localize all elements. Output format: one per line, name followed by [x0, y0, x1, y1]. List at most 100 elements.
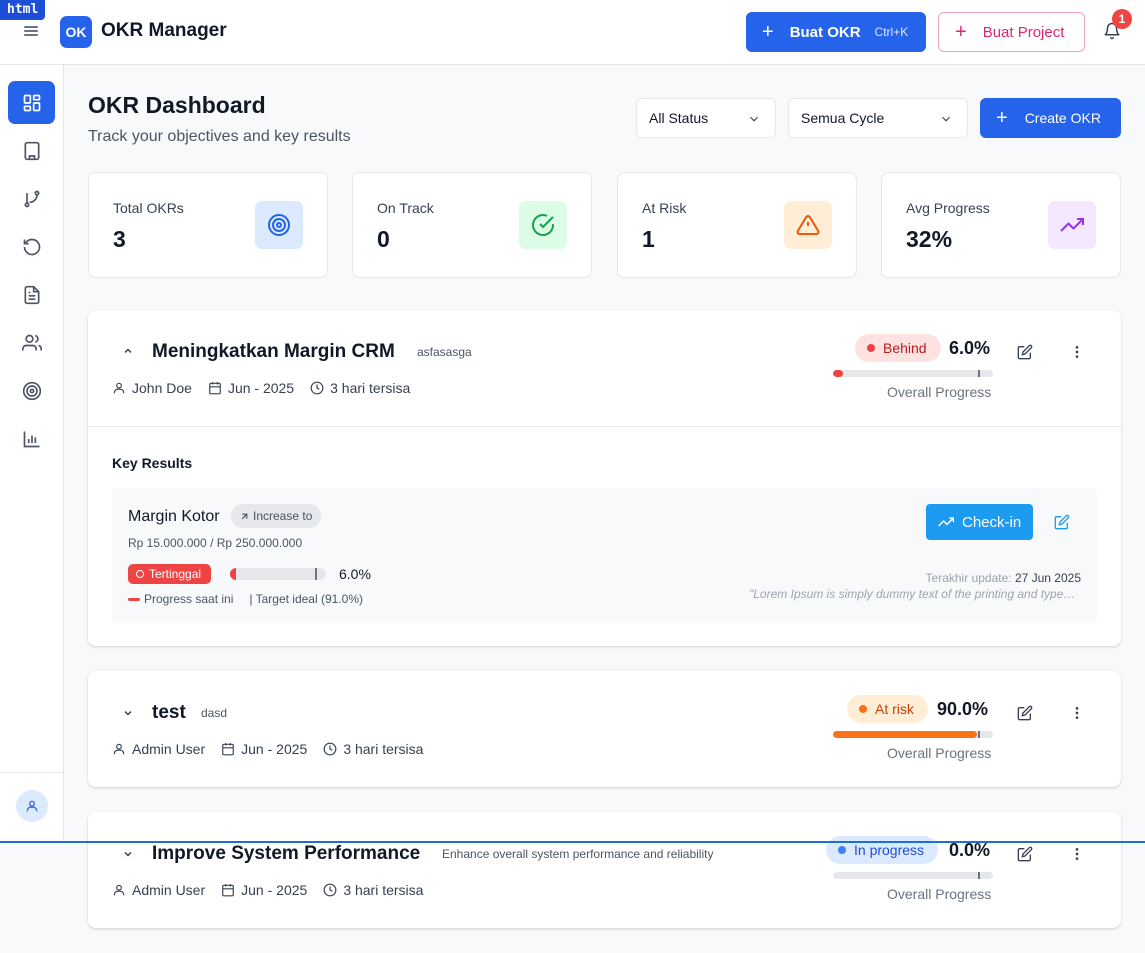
okr-title[interactable]: Improve System Performance	[152, 843, 420, 865]
okr-progress-fill	[833, 370, 843, 377]
plus-icon: +	[762, 21, 774, 43]
trending-up-icon	[938, 517, 954, 527]
okr-progress-value: 6.0%	[949, 338, 991, 358]
document-icon	[24, 285, 39, 304]
user-icon	[113, 884, 125, 896]
okr-description: asfasasga	[417, 345, 472, 359]
stat-card-total-okrs: Total OKRs 3	[88, 172, 328, 278]
status-badge: At risk	[847, 695, 928, 723]
key-result-status-badge: Tertinggal	[128, 564, 212, 584]
sidebar-item-users[interactable]	[8, 321, 55, 364]
check-circle-icon	[519, 201, 567, 249]
stat-label: On Track	[377, 200, 434, 216]
status-filter-select[interactable]: All Status	[636, 98, 776, 138]
okr-description: Enhance overall system performance and r…	[442, 847, 714, 861]
okr-description: dasd	[201, 706, 228, 720]
sidebar-item-dashboard[interactable]	[8, 81, 55, 124]
sidebar-item-branches[interactable]	[8, 177, 55, 220]
okr-remaining: 3 hari tersisa	[330, 380, 411, 396]
key-result-target-tick	[315, 568, 318, 580]
buat-project-button[interactable]: + Buat Project	[938, 12, 1085, 52]
chevron-up-icon[interactable]	[122, 345, 134, 357]
key-result-progress-fill	[230, 568, 236, 580]
legend-current-label: Progress saat ini	[144, 592, 234, 606]
user-icon	[113, 382, 125, 394]
page-title: OKR Dashboard	[88, 92, 266, 118]
dev-badge: html	[0, 0, 46, 20]
stat-label: Total OKRs	[113, 200, 184, 216]
user-icon	[26, 800, 38, 812]
okr-progress-target-tick	[978, 731, 980, 738]
okr-progress-value: 0.0%	[949, 840, 991, 860]
create-okr-button[interactable]: + Create OKR	[980, 98, 1121, 138]
okr-meta: John Doe Jun - 2025 3 hari tersisa	[112, 380, 426, 396]
okr-progress-bar	[833, 731, 993, 738]
status-dot	[867, 344, 875, 352]
key-result-type: Increase to	[253, 509, 313, 523]
warning-icon	[784, 201, 832, 249]
status-badge: Behind	[855, 334, 941, 362]
chevron-down-icon[interactable]	[122, 848, 134, 860]
sidebar-item-history[interactable]	[8, 225, 55, 268]
scroll-indicator-line	[0, 841, 1145, 843]
stat-card-avg-progress: Avg Progress 32%	[881, 172, 1121, 278]
sidebar-item-documents[interactable]	[8, 273, 55, 316]
okr-owner: Admin User	[132, 882, 206, 898]
okr-progress-target-tick	[978, 370, 980, 377]
edit-icon[interactable]	[1015, 844, 1035, 864]
sidebar-divider	[0, 772, 63, 773]
last-update-date: 27 Jun 2025	[1014, 571, 1081, 585]
okr-meta: Admin User Jun - 2025 3 hari tersisa	[112, 882, 439, 898]
okr-meta: Admin User Jun - 2025 3 hari tersisa	[112, 741, 439, 757]
check-in-label: Check-in	[962, 513, 1022, 531]
keyboard-shortcut: Ctrl+K	[874, 25, 909, 39]
key-result-item: Margin Kotor Increase to Rp 15.000.000 /…	[112, 488, 1097, 623]
last-update-label: Terakhir update:	[925, 571, 1012, 585]
key-result-values: Rp 15.000.000 / Rp 250.000.000	[128, 536, 303, 550]
okr-progress-bar	[833, 872, 993, 879]
legend-target-label: | Target ideal (91.0%)	[249, 592, 363, 606]
clock-icon	[323, 742, 337, 756]
key-results-heading: Key Results	[112, 455, 193, 471]
okr-title[interactable]: Meningkatkan Margin CRM	[152, 341, 395, 363]
status-dot	[838, 846, 846, 854]
status-ring-icon	[136, 570, 144, 578]
edit-icon[interactable]	[1052, 512, 1072, 532]
stat-value: 0	[377, 226, 390, 252]
hamburger-menu-icon[interactable]	[24, 24, 38, 38]
sidebar	[0, 65, 64, 839]
more-vertical-icon[interactable]	[1067, 342, 1087, 362]
key-result-last-update: Terakhir update: 27 Jun 2025	[926, 571, 1081, 585]
calendar-icon	[222, 884, 234, 897]
status-label: At risk	[875, 701, 914, 717]
key-result-progress-bar	[230, 568, 326, 580]
edit-icon[interactable]	[1015, 342, 1035, 362]
target-icon	[22, 381, 41, 400]
sidebar-item-reports[interactable]	[8, 417, 55, 460]
sidebar-item-organization[interactable]	[8, 129, 55, 172]
stat-label: At Risk	[642, 200, 687, 216]
more-vertical-icon[interactable]	[1067, 844, 1087, 864]
edit-icon[interactable]	[1015, 703, 1035, 723]
sidebar-item-objectives[interactable]	[8, 369, 55, 412]
user-icon	[113, 743, 125, 755]
stat-label: Avg Progress	[906, 200, 990, 216]
user-avatar[interactable]	[16, 790, 48, 822]
chevron-down-icon[interactable]	[122, 707, 134, 719]
calendar-icon	[222, 743, 234, 756]
dashboard-icon	[23, 94, 40, 111]
okr-title[interactable]: test	[152, 702, 186, 724]
plus-icon: +	[996, 107, 1008, 129]
create-okr-label: Create OKR	[1024, 110, 1101, 126]
buat-okr-button[interactable]: + Buat OKR Ctrl+K	[746, 12, 926, 52]
more-vertical-icon[interactable]	[1067, 703, 1087, 723]
okr-period: Jun - 2025	[241, 741, 308, 757]
cycle-filter-select[interactable]: Semua Cycle	[788, 98, 968, 138]
bar-chart-icon	[23, 431, 39, 447]
okr-remaining: 3 hari tersisa	[343, 882, 424, 898]
key-result-note: "Lorem Ipsum is simply dummy text of the…	[749, 587, 1079, 601]
okr-period: Jun - 2025	[227, 380, 295, 396]
page-subtitle: Track your objectives and key results	[88, 128, 351, 145]
check-in-button[interactable]: Check-in	[926, 504, 1033, 540]
target-icon	[255, 201, 303, 249]
